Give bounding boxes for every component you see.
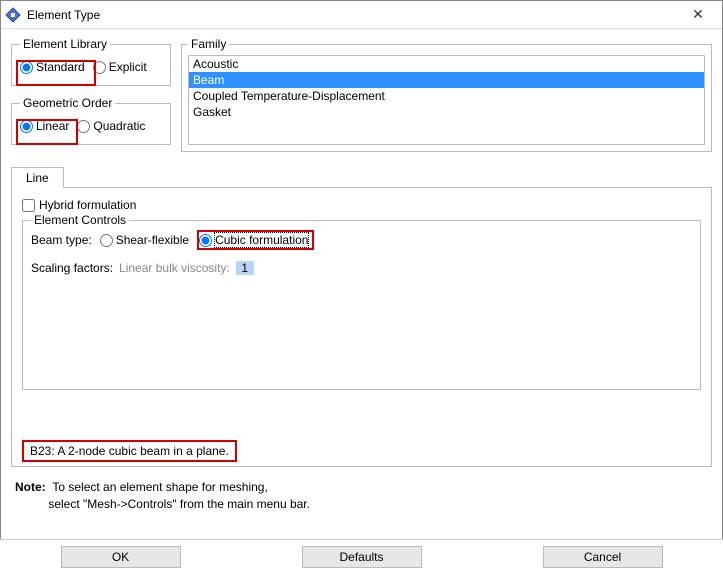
family-item[interactable]: Coupled Temperature-Displacement	[189, 88, 704, 104]
beam-type-label: Beam type:	[31, 233, 92, 247]
scaling-factors-label: Scaling factors:	[31, 261, 113, 275]
linear-bulk-label: Linear bulk viscosity:	[119, 261, 230, 275]
element-library-fieldset: Element Library Standard Explicit	[11, 37, 171, 86]
highlight-cubic: Cubic formulation	[197, 230, 314, 250]
tab-line[interactable]: Line	[11, 167, 64, 188]
radio-linear[interactable]: Linear	[20, 119, 69, 133]
note-line2: select "Mesh->Controls" from the main me…	[48, 497, 310, 511]
geometric-order-legend: Geometric Order	[20, 96, 115, 110]
app-icon	[5, 7, 21, 23]
tab-panel: Hybrid formulation Element Controls Beam…	[11, 187, 712, 467]
hybrid-checkbox[interactable]	[22, 199, 35, 212]
close-icon[interactable]: ✕	[678, 3, 718, 27]
family-listbox[interactable]: AcousticBeamCoupled Temperature-Displace…	[188, 55, 705, 145]
radio-explicit[interactable]: Explicit	[93, 60, 147, 74]
family-item[interactable]: Gasket	[189, 104, 704, 120]
ok-button[interactable]: OK	[61, 546, 181, 568]
family-fieldset: Family AcousticBeamCoupled Temperature-D…	[181, 37, 712, 152]
titlebar: Element Type ✕	[1, 1, 722, 29]
radio-shear-flexible[interactable]: Shear-flexible	[100, 233, 189, 247]
family-item[interactable]: Acoustic	[189, 56, 704, 72]
radio-cubic-formulation[interactable]: Cubic formulation	[199, 233, 308, 247]
family-item[interactable]: Beam	[189, 72, 704, 88]
radio-standard[interactable]: Standard	[20, 60, 85, 74]
element-controls-legend: Element Controls	[31, 213, 129, 227]
element-library-legend: Element Library	[20, 37, 110, 51]
footer: OK Defaults Cancel	[0, 539, 723, 574]
note-line1: To select an element shape for meshing,	[52, 480, 267, 494]
hybrid-label[interactable]: Hybrid formulation	[39, 198, 136, 212]
geometric-order-fieldset: Geometric Order Linear Quadratic	[11, 96, 171, 145]
titlebar-text: Element Type	[27, 8, 678, 22]
linear-bulk-value[interactable]: 1	[236, 261, 254, 275]
defaults-button[interactable]: Defaults	[302, 546, 422, 568]
note-label: Note:	[15, 480, 46, 494]
cancel-button[interactable]: Cancel	[543, 546, 663, 568]
element-controls-group: Element Controls Beam type: Shear-flexib…	[22, 220, 701, 390]
note: Note: To select an element shape for mes…	[15, 479, 712, 513]
family-legend: Family	[188, 37, 229, 51]
radio-quadratic[interactable]: Quadratic	[77, 119, 145, 133]
element-description: B23: A 2-node cubic beam in a plane.	[22, 440, 237, 462]
